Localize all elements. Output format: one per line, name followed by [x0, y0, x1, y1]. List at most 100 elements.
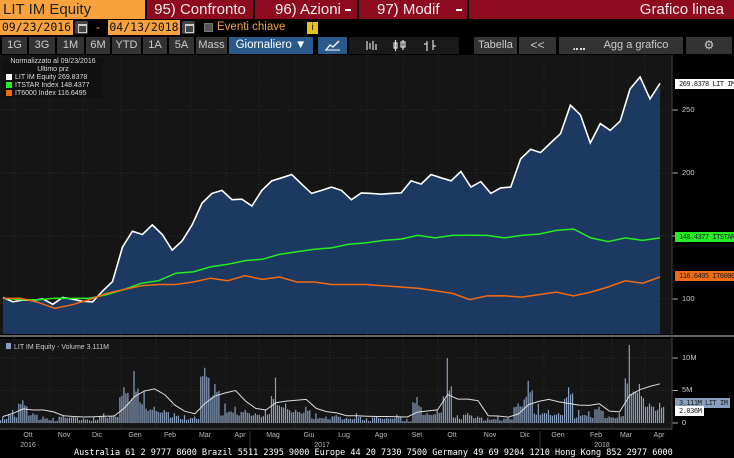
settings-gear-icon[interactable]: ⚙: [686, 37, 732, 54]
y-tick-label: 100: [682, 294, 695, 303]
calendar-icon[interactable]: [75, 21, 88, 34]
bar-chart-icon[interactable]: [366, 41, 377, 50]
volume-bar: [566, 397, 568, 423]
volume-bar: [147, 410, 149, 423]
volume-bar: [93, 417, 95, 423]
volume-bar: [541, 413, 543, 423]
x-month-label: Mag: [266, 432, 280, 439]
volume-bar: [60, 416, 62, 423]
volume-bar: [507, 417, 509, 423]
ohlc-icon[interactable]: [424, 40, 436, 51]
volume-bar: [109, 416, 111, 423]
volume-bar: [258, 414, 260, 423]
volume-bar: [248, 413, 250, 423]
volume-bar: [105, 417, 107, 423]
period-ytd[interactable]: YTD: [112, 37, 141, 54]
volume-bar: [632, 391, 634, 423]
period-1m[interactable]: 1M: [57, 37, 84, 54]
volume-bar: [287, 409, 289, 423]
volume-bar: [169, 417, 171, 423]
volume-bar: [626, 383, 628, 423]
volume-bar: [523, 399, 525, 423]
legend-item-itstar[interactable]: ITSTAR Index 148.4377: [3, 82, 103, 90]
security-field[interactable]: LIT IM Equity: [0, 0, 145, 19]
volume-bar: [386, 417, 388, 423]
volume-bar: [412, 402, 414, 423]
period-3g[interactable]: 3G: [29, 37, 55, 54]
volume-bar: [410, 421, 412, 423]
volume-bar: [620, 416, 622, 423]
volume-bar: [469, 415, 471, 423]
legend-item-it6000[interactable]: IT6000 Index 116.6495: [3, 90, 103, 98]
chart-type-title[interactable]: Grafico linea: [469, 0, 734, 19]
table-button[interactable]: Tabella: [474, 37, 517, 54]
volume-bar: [636, 392, 638, 423]
info-icon[interactable]: i: [307, 22, 318, 34]
volume-bar: [254, 413, 256, 423]
volume-bar: [650, 406, 653, 423]
period-1g[interactable]: 1G: [2, 37, 27, 54]
volume-bar: [155, 410, 157, 423]
start-date-input[interactable]: 09/23/2016: [0, 20, 73, 35]
volume-bar: [659, 402, 661, 423]
y-tick-label: 5M: [682, 385, 693, 394]
frequency-dropdown[interactable]: Giornaliero ▼: [229, 37, 313, 54]
line-chart-icon[interactable]: [318, 37, 347, 54]
volume-bar: [586, 415, 588, 423]
x-month-label: Dic: [91, 432, 103, 439]
volume-bar: [588, 411, 590, 423]
volume-bar: [537, 403, 539, 423]
period-max[interactable]: Mass: [196, 37, 227, 54]
period-6m[interactable]: 6M: [86, 37, 110, 54]
volume-bar: [630, 394, 632, 423]
volume-bar: [460, 419, 462, 423]
volume-bar: [64, 417, 66, 423]
calendar-icon[interactable]: [182, 21, 195, 34]
key-events-checkbox[interactable]: [204, 23, 213, 32]
volume-bar: [222, 415, 224, 423]
volume-bar: [505, 418, 507, 423]
volume-bar: [323, 418, 325, 423]
volume-bar: [325, 416, 327, 423]
legend-subtitle: Ultimo prz: [37, 66, 69, 73]
volume-bar: [596, 409, 598, 423]
x-month-label: Gen: [551, 432, 565, 439]
volume-bar: [420, 407, 422, 423]
volume-bar: [8, 414, 10, 423]
volume-bar: [353, 418, 355, 423]
compare-button[interactable]: 95) Confronto: [147, 0, 253, 19]
volume-bar: [56, 420, 58, 423]
volume-bar: [339, 416, 341, 423]
volume-bar: [359, 416, 361, 423]
volume-bar: [559, 414, 562, 423]
chart-canvas[interactable]: [0, 55, 734, 454]
volume-swatch: [6, 343, 11, 349]
chart-add-icon: [573, 41, 585, 50]
x-month-label: Lug: [338, 432, 350, 439]
volume-bar: [289, 410, 291, 423]
volume-legend[interactable]: LIT IM Equity - Volume 3.111M: [4, 342, 111, 352]
collapse-button[interactable]: <<: [519, 37, 556, 54]
period-1a[interactable]: 1A: [143, 37, 167, 54]
period-5a[interactable]: 5A: [169, 37, 194, 54]
volume-bar: [36, 414, 38, 423]
x-month-label: Ott: [447, 432, 457, 439]
add-to-chart-button[interactable]: Agg a grafico: [559, 37, 683, 54]
volume-bar: [44, 418, 46, 423]
volume-bar: [424, 414, 426, 423]
volume-bar: [590, 417, 592, 423]
volume-bar: [139, 402, 141, 423]
volume-bar: [555, 414, 558, 423]
legend-item-lit[interactable]: LIT IM Equity 269.8378: [3, 74, 103, 82]
volume-bar: [335, 415, 337, 423]
volume-bar: [145, 408, 147, 423]
actions-button[interactable]: 96) Azioni: [255, 0, 357, 19]
volume-bar: [509, 419, 511, 423]
candlestick-icon[interactable]: [393, 40, 406, 51]
volume-bar: [652, 406, 655, 423]
volume-bar: [224, 403, 226, 423]
volume-bar: [89, 420, 91, 423]
edit-button[interactable]: 97) Modif: [359, 0, 467, 19]
end-date-input[interactable]: 04/13/2018: [108, 20, 180, 35]
volume-bar: [568, 387, 570, 423]
